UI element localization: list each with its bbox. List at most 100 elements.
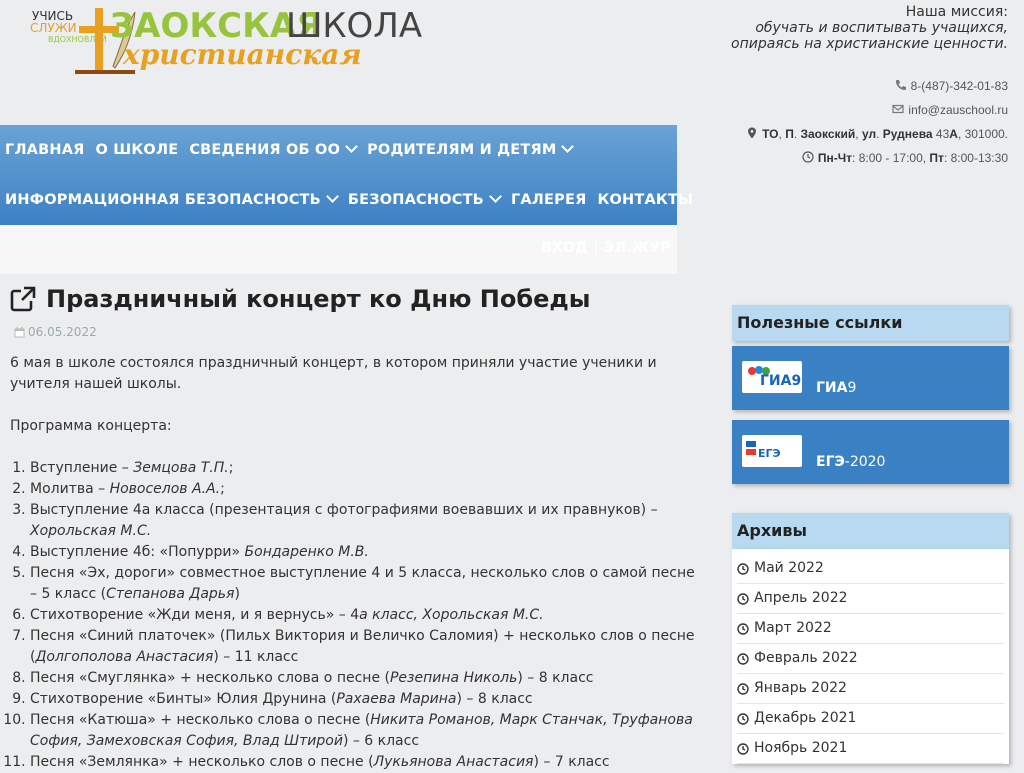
site-logo[interactable]: УЧИСЬ СЛУЖИ ВДОХНОВЛЯЙ ЗАОКСКАЯ ШКОЛА хр… [18,4,438,80]
archive-item-label: Ноябрь 2021 [754,740,848,756]
mission-line-2: опираясь на христианские ценности. [731,36,1008,52]
archive-item-label: Апрель 2022 [754,590,848,606]
program-item: Выступление 4б: «Попурри» Бондаренко М.В… [30,542,700,563]
archive-item[interactable]: Май 2022 [737,554,1004,584]
archives-title: Архивы [732,513,1009,549]
link-gia9-label: ГИА9 [816,380,857,396]
nav-row2-item-2[interactable]: БЕЗОПАСНОСТЬ [347,190,502,208]
program-item: Выступление 4а класса (презентация с фот… [30,500,700,542]
archive-item-label: Май 2022 [754,560,824,576]
chevron-down-icon [326,190,339,203]
chevron-down-icon [489,190,502,203]
logo-word-christian: христианская [123,38,362,71]
address-row: ТО, П. Заокский, ул. Руднева 43А, 301000… [746,126,1008,150]
nav-row2-item-3[interactable]: ГАЛЕРЕЯ [511,192,587,208]
login-link[interactable]: ВХОД | ЭЛ.ЖУР [541,240,671,256]
nav-item-label: ГЛАВНАЯ [5,142,85,158]
nav-row1-item-2[interactable]: О ШКОЛЕ [95,142,178,158]
email-row[interactable]: info@zauschool.ru [746,102,1008,126]
chevron-down-icon [345,140,358,153]
mission-line-1: обучать и воспитывать учащихся, [755,20,1008,36]
gia9-logo-image: ГИА9 [742,361,802,393]
svg-text:ГИА9: ГИА9 [760,373,801,389]
program-item: Молитва – Новоселов А.А.; [30,479,700,500]
calendar-icon [14,326,25,337]
program-list: Вступление – Земцова Т.П.;Молитва – Ново… [10,458,700,773]
clock-icon [737,622,749,635]
program-item: Стихотворение «Бинты» Юлия Друнина (Раха… [30,689,700,710]
nav-item-label: БЕЗОПАСНОСТЬ [347,192,484,208]
clock-icon [737,682,749,695]
contacts-block: 8-(487)-342-01-83 info@zauschool.ru ТО, … [746,78,1008,174]
program-item: Стихотворение «Жди меня, и я вернусь» – … [30,605,700,626]
nav-item-label: ГАЛЕРЕЯ [510,192,587,208]
archive-item-label: Март 2022 [754,620,832,636]
link-ege2020[interactable]: ЕГЭ ЕГЭ-2020 [732,420,1009,484]
article-intro: 6 мая в школе состоялся праздничный конц… [10,355,657,392]
program-item: Песня «Эх, дороги» совместное выступлени… [30,563,700,605]
article-title: Праздничный концерт ко Дню Победы [46,285,591,313]
useful-links-widget: Полезные ссылки ГИА9 ГИА9 ЕГЭ ЕГЭ-2020 [732,305,1009,484]
program-item: Песня «Катюша» + несколько слова о песне… [30,710,700,752]
program-item: Песня «Синий платочек» (Пильх Виктория и… [30,626,700,668]
article-date: 06.05.2022 [10,324,700,340]
nav-item-label: РОДИТЕЛЯМ И ДЕТЯМ [367,142,557,158]
archive-item[interactable]: Декабрь 2021 [737,704,1004,734]
link-ege-label: ЕГЭ-2020 [816,454,886,470]
archive-item[interactable]: Февраль 2022 [737,644,1004,674]
subnav-bar: ВХОД | ЭЛ.ЖУР [0,225,677,274]
archive-item[interactable]: Март 2022 [737,614,1004,644]
program-item: Песня «Смуглянка» + несколько слова о пе… [30,668,700,689]
link-gia9[interactable]: ГИА9 ГИА9 [732,346,1009,410]
archives-list: Май 2022 Апрель 2022 Март 2022 Февраль 2022… [732,549,1009,764]
nav-row-1: ГЛАВНАЯ О ШКОЛЕ СВЕДЕНИЯ ОБ ОО РОДИТЕЛЯМ И … [5,125,583,175]
article: Праздничный концерт ко Дню Победы 06.05.… [10,284,700,773]
article-title-row[interactable]: Праздничный концерт ко Дню Победы [10,284,700,314]
nav-row2-item-4[interactable]: КОНТАКТЫ [597,192,693,208]
ege-logo-image: ЕГЭ [742,435,802,467]
map-marker-icon [748,127,757,139]
useful-links-title: Полезные ссылки [732,305,1009,341]
program-item: Песня «Землянка» + несколько слов о песн… [30,752,700,773]
envelope-icon [892,104,905,114]
phone-number: 8-(487)-342-01-83 [910,79,1008,93]
hours-text: Пн-Чт: 8:00 - 17:00, Пт: 8:00-13:30 [817,151,1008,165]
logo-motto-serve: СЛУЖИ [30,21,77,35]
clock-icon [737,562,749,575]
nav-row-2: ИНФОРМАЦИОННАЯ БЕЗОПАСНОСТЬ БЕЗОПАСНОСТЬ Г… [5,175,704,225]
archive-item[interactable]: Ноябрь 2021 [737,734,1004,764]
nav-item-label: О ШКОЛЕ [95,142,179,158]
nav-row1-item-1[interactable]: ГЛАВНАЯ [5,142,84,158]
nav-item-label: СВЕДЕНИЯ ОБ ОО [189,142,341,158]
article-date-text: 06.05.2022 [28,325,97,339]
mission-block: Наша миссия: обучать и воспитывать учащи… [731,4,1008,52]
phone-row[interactable]: 8-(487)-342-01-83 [746,78,1008,102]
mission-title: Наша миссия: [905,4,1008,20]
archive-item-label: Январь 2022 [754,680,847,696]
hours-row: Пн-Чт: 8:00 - 17:00, Пт: 8:00-13:30 [746,150,1008,174]
clock-icon [737,712,749,725]
nav-item-label: КОНТАКТЫ [597,192,694,208]
address-text: ТО, П. Заокский, ул. Руднева 43А, 301000… [762,127,1008,141]
archive-item[interactable]: Апрель 2022 [737,584,1004,614]
svg-text:ЕГЭ: ЕГЭ [758,447,781,460]
archives-widget: Архивы Май 2022 Апрель 2022 Март 2022 Февра… [732,513,1009,764]
clock-icon [737,742,749,755]
nav-item-label: ИНФОРМАЦИОННАЯ БЕЗОПАСНОСТЬ [5,192,321,208]
article-body: 6 мая в школе состоялся праздничный конц… [10,353,700,773]
clock-icon [802,151,814,163]
program-label: Программа концерта: [10,418,172,434]
nav-row1-item-3[interactable]: СВЕДЕНИЯ ОБ ОО [189,140,358,158]
archive-item-label: Февраль 2022 [754,650,858,666]
main-nav: ГЛАВНАЯ О ШКОЛЕ СВЕДЕНИЯ ОБ ОО РОДИТЕЛЯМ И … [0,125,693,225]
nav-row1-item-4[interactable]: РОДИТЕЛЯМ И ДЕТЯМ [367,140,575,158]
nav-row2-item-1[interactable]: ИНФОРМАЦИОННАЯ БЕЗОПАСНОСТЬ [5,190,339,208]
program-item: Вступление – Земцова Т.П.; [30,458,700,479]
clock-icon [737,652,749,665]
external-link-icon [10,286,36,312]
archive-item-label: Декабрь 2021 [754,710,857,726]
phone-icon [895,80,906,90]
chevron-down-icon [561,140,575,153]
archive-item[interactable]: Январь 2022 [737,674,1004,704]
clock-icon [737,592,749,605]
